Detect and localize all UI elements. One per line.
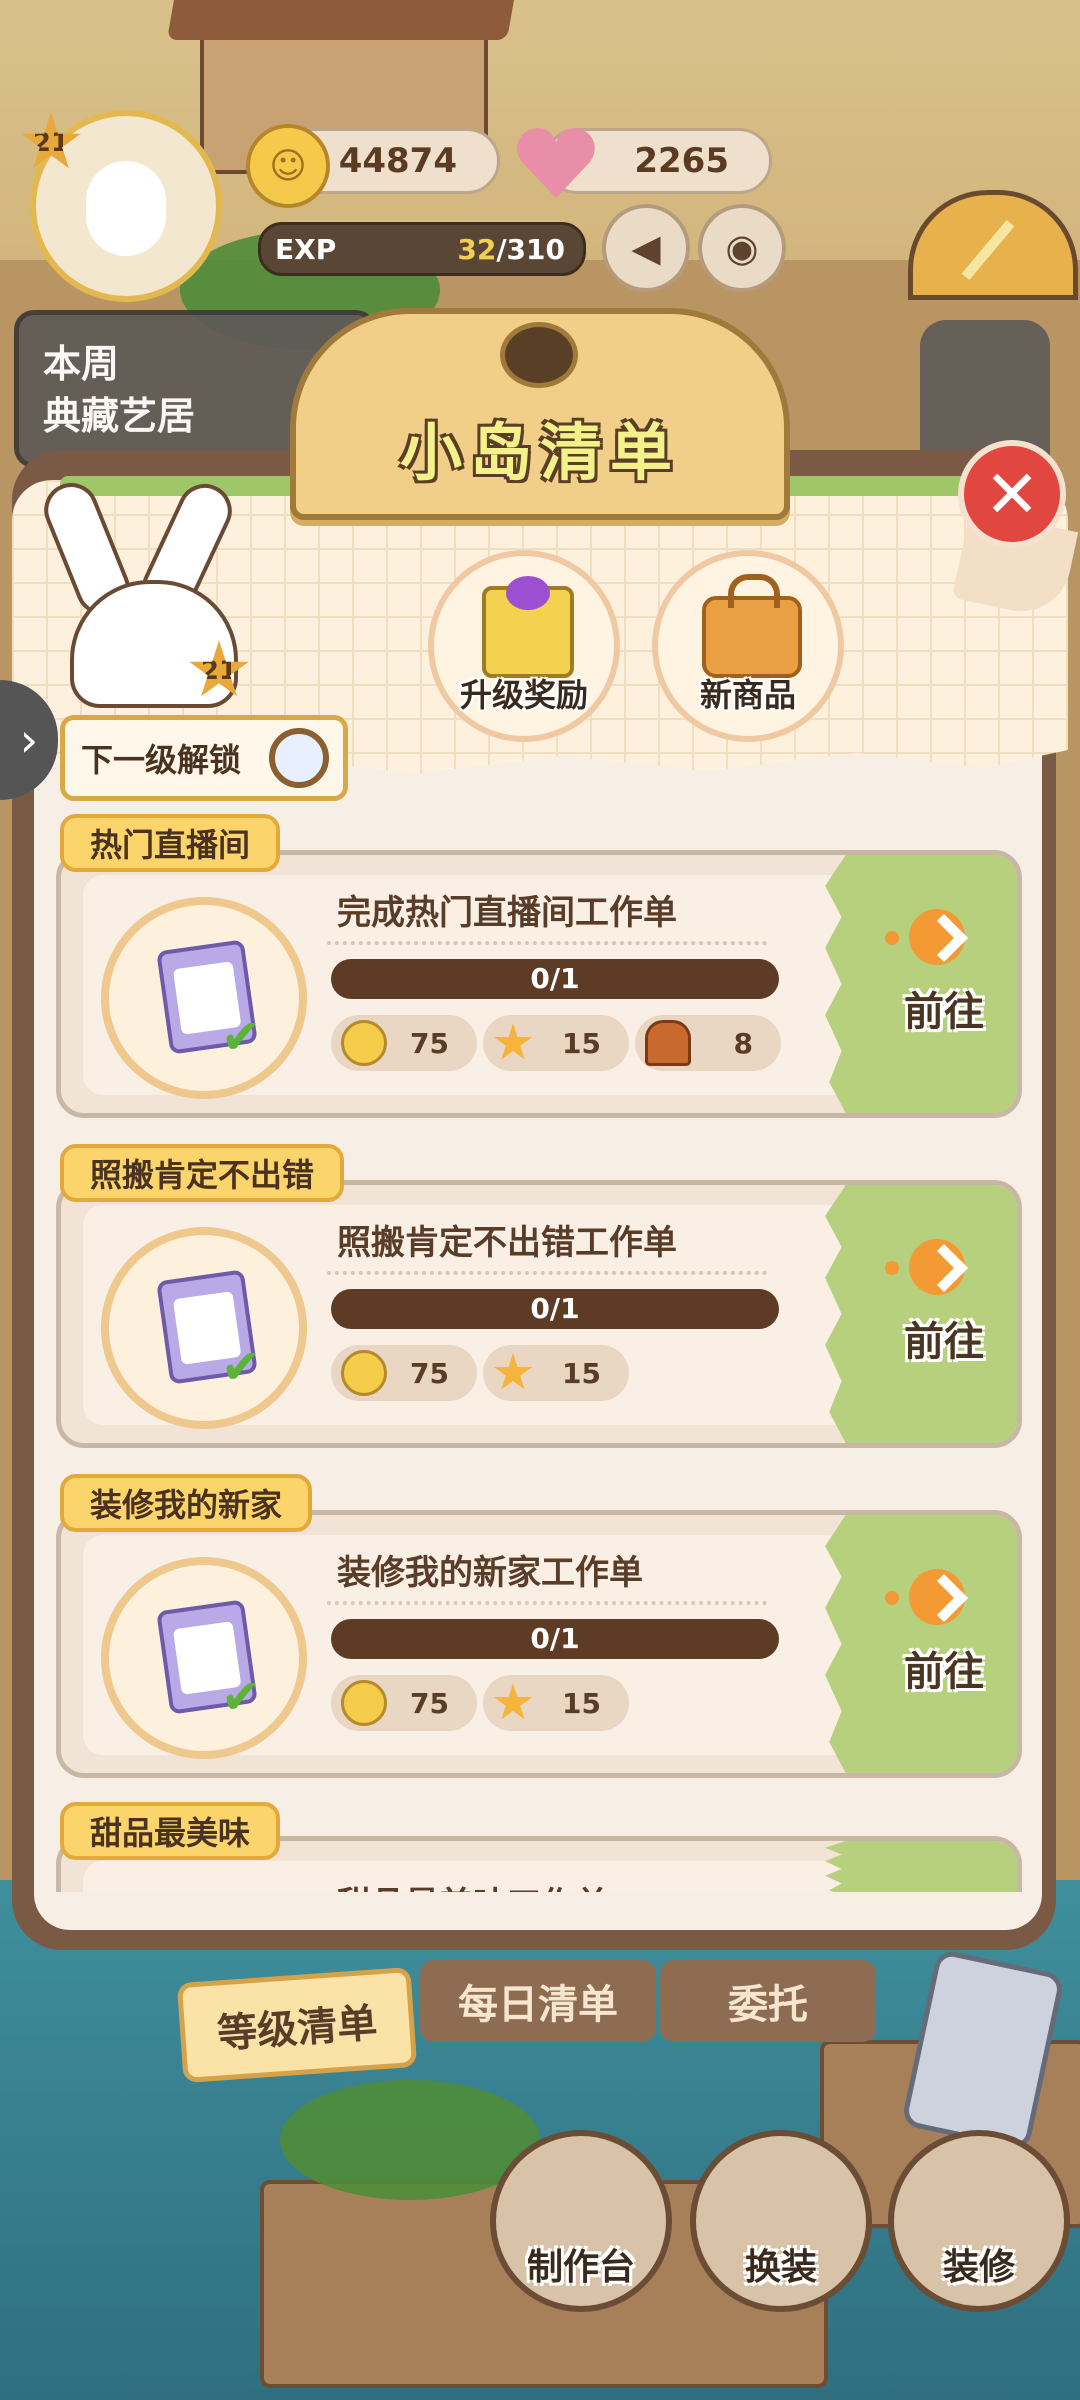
reward-star: 15 <box>483 1015 629 1071</box>
decorate-label: 装修 <box>942 2247 1015 2288</box>
unlock-label: 下一级解锁 <box>81 741 242 779</box>
task-medal: ✔ <box>101 1557 307 1759</box>
task-medal: ✔ <box>101 897 307 1099</box>
task-title: 完成热门直播间工作单 <box>337 893 677 933</box>
coin-icon <box>341 1350 387 1396</box>
new-items-label: 新商品 <box>699 676 796 714</box>
upgrade-reward-button[interactable]: 升级奖励 <box>428 550 620 742</box>
crafting-table-label: 制作台 <box>526 2247 635 2288</box>
exp-current: 32 <box>457 232 497 266</box>
task-medal: ✔ <box>101 1227 307 1429</box>
star-icon <box>493 1683 533 1720</box>
go-button[interactable]: 前往 <box>825 1185 1017 1443</box>
gift-icon <box>482 576 574 678</box>
tab-daily-list[interactable]: 每日清单 <box>420 1960 656 2042</box>
task-category-tag: 甜品最美味 <box>60 1802 281 1860</box>
tab-level-list[interactable]: 等级清单 <box>176 1966 418 2084</box>
reward-value: 75 <box>410 1356 449 1390</box>
check-icon: ✔ <box>221 1009 262 1065</box>
reward-value: 15 <box>562 1686 601 1720</box>
task-title: 装修我的新家工作单 <box>337 1553 643 1593</box>
coin-icon <box>341 1680 387 1726</box>
next-level-unlock-button[interactable]: 下一级解锁 <box>60 715 348 801</box>
exp-total: /310 <box>496 232 565 266</box>
plaque-hole <box>500 322 578 388</box>
star-icon <box>493 1353 533 1390</box>
task-card: ✔ 装修我的新家工作单 0/1 75 15 前往 <box>56 1510 1022 1778</box>
tab-commission[interactable]: 委托 <box>660 1960 876 2042</box>
dress-up-label: 换装 <box>744 2247 817 2288</box>
go-button[interactable]: 前往 <box>825 855 1017 1113</box>
task-progress-bar: 0/1 <box>331 1619 779 1659</box>
task-category-tag: 照搬肯定不出错 <box>60 1144 345 1202</box>
reward-coin: 75 <box>331 1015 477 1071</box>
exp-label: EXP <box>275 232 337 266</box>
check-icon: ✔ <box>221 1339 262 1395</box>
reward-value: 15 <box>562 1026 601 1060</box>
weekly-label-line2: 典藏艺居 <box>43 394 196 438</box>
star-icon <box>493 1023 533 1060</box>
heart-count: 2265 <box>634 141 729 181</box>
go-label: 前往 <box>904 989 984 1035</box>
divider <box>327 1271 767 1275</box>
go-label: 前往 <box>904 1649 984 1695</box>
modal-title: 小岛清单 <box>399 416 680 489</box>
crafting-table-button[interactable]: 制作台 <box>490 2130 672 2312</box>
reward-ore: 8 <box>635 1015 781 1071</box>
divider <box>327 941 767 945</box>
magnifier-icon <box>269 728 329 788</box>
reward-value: 75 <box>410 1686 449 1720</box>
reward-value: 75 <box>410 1026 449 1060</box>
exp-value: 32/310 <box>457 233 565 266</box>
weekly-label-line1: 本周 <box>43 342 120 386</box>
check-icon: ✔ <box>221 1669 262 1725</box>
reward-star: 15 <box>483 1345 629 1401</box>
decorate-button[interactable]: 装修 <box>888 2130 1070 2312</box>
reward-value: 8 <box>733 1026 753 1060</box>
go-button[interactable] <box>825 1841 1017 1892</box>
reward-star: 15 <box>483 1675 629 1731</box>
arrow-right-icon <box>909 1569 965 1625</box>
go-button[interactable]: 前往 <box>825 1515 1017 1773</box>
upgrade-reward-label: 升级奖励 <box>459 676 588 714</box>
coin-icon <box>341 1020 387 1066</box>
new-items-button[interactable]: 新商品 <box>652 550 844 742</box>
go-label: 前往 <box>904 1319 984 1365</box>
arrow-right-icon <box>909 1239 965 1295</box>
coin-icon: ☺ <box>246 124 330 208</box>
modal-title-plaque: 小岛清单 <box>290 308 790 520</box>
bag-icon <box>702 574 802 678</box>
exp-bar: EXP 32/310 <box>258 222 586 276</box>
task-category-tag: 热门直播间 <box>60 814 281 872</box>
task-progress-bar: 0/1 <box>331 1289 779 1329</box>
task-title: 照搬肯定不出错工作单 <box>337 1223 677 1263</box>
divider <box>327 1601 767 1605</box>
arrow-right-icon <box>909 909 965 965</box>
task-title: 甜品最美味工作单 <box>337 1877 609 1892</box>
reward-value: 15 <box>562 1356 601 1390</box>
ore-icon <box>645 1020 691 1066</box>
close-button[interactable]: ✕ <box>958 440 1066 548</box>
dress-up-button[interactable]: 换装 <box>690 2130 872 2312</box>
task-category-tag: 装修我的新家 <box>60 1474 313 1532</box>
reward-coin: 75 <box>331 1345 477 1401</box>
task-card: ✔ 完成热门直播间工作单 0/1 75 15 8 前往 <box>56 850 1022 1118</box>
task-progress-bar: 0/1 <box>331 959 779 999</box>
reward-coin: 75 <box>331 1675 477 1731</box>
coin-count: 44874 <box>338 141 457 181</box>
speaker-icon[interactable]: ◀ <box>602 204 690 292</box>
task-card: ✔ 照搬肯定不出错工作单 0/1 75 15 前往 <box>56 1180 1022 1448</box>
camera-icon[interactable]: ◉ <box>698 204 786 292</box>
